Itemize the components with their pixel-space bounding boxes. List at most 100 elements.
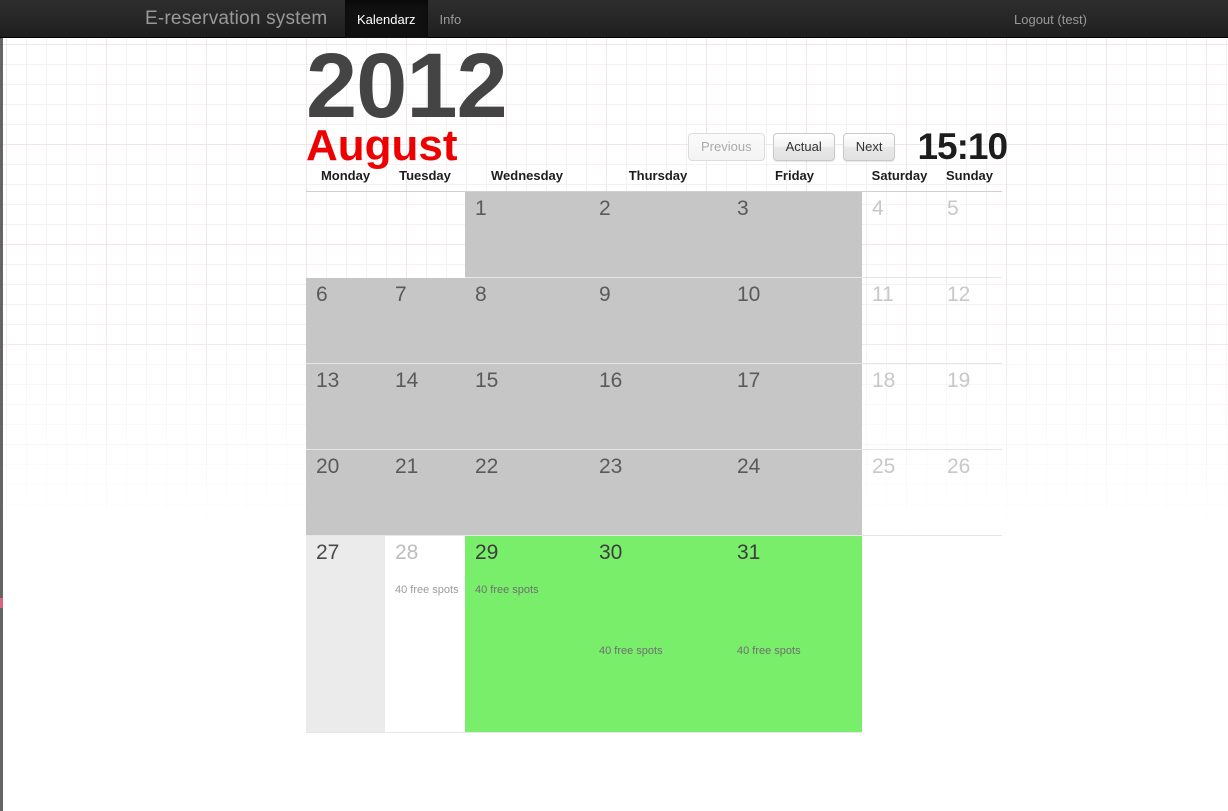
calendar-day-cell-23: 23 bbox=[589, 449, 727, 536]
page-title: 2012 August bbox=[306, 35, 508, 168]
day-number: 11 bbox=[872, 283, 894, 306]
day-number: 23 bbox=[599, 455, 623, 478]
calendar-day-cell-28[interactable]: 28 40 free spots bbox=[385, 535, 465, 733]
weekday-header-tuesday: Tuesday bbox=[385, 168, 465, 192]
day-number: 26 bbox=[947, 455, 971, 478]
day-number: 17 bbox=[737, 369, 761, 392]
calendar-day-cell-27: 27 bbox=[306, 535, 385, 733]
weekday-header-wednesday: Wednesday bbox=[465, 168, 589, 192]
calendar-body: 1 2 3 4 5 6 7 8 9 10 11 12 13 14 15 16 17 18 19 20 21 22 23 24 2… bbox=[306, 191, 1002, 733]
calendar-day-cell-5: 5 bbox=[937, 191, 1002, 278]
day-number: 19 bbox=[947, 369, 971, 392]
free-spots-label: 40 free spots bbox=[395, 584, 459, 596]
calendar-day-cell-empty bbox=[862, 536, 937, 733]
calendar-day-cell-14: 14 bbox=[385, 363, 465, 450]
calendar-day-cell-4: 4 bbox=[862, 191, 937, 278]
navbar-links: Kalendarz Info bbox=[345, 0, 473, 38]
calendar-day-cell-31[interactable]: 31 40 free spots bbox=[727, 535, 862, 733]
calendar-week-row: 1 2 3 4 5 bbox=[306, 191, 1002, 278]
calendar-day-cell-15: 15 bbox=[465, 363, 589, 450]
calendar-day-cell-29[interactable]: 29 40 free spots bbox=[465, 535, 589, 733]
day-number: 31 bbox=[737, 541, 761, 564]
calendar-day-cell-21: 21 bbox=[385, 449, 465, 536]
day-number: 3 bbox=[737, 197, 749, 220]
day-number: 8 bbox=[475, 283, 487, 306]
weekday-header-thursday: Thursday bbox=[589, 168, 727, 192]
calendar-week-row: 13 14 15 16 17 18 19 bbox=[306, 363, 1002, 450]
nav-link-info[interactable]: Info bbox=[428, 0, 474, 38]
day-number: 29 bbox=[475, 541, 499, 564]
calendar-controls: Previous Actual Next 15:10 bbox=[688, 126, 1008, 167]
actual-button[interactable]: Actual bbox=[772, 132, 835, 161]
calendar-day-cell-30[interactable]: 30 40 free spots bbox=[589, 535, 727, 733]
day-number: 30 bbox=[599, 541, 623, 564]
calendar-day-cell-17: 17 bbox=[727, 363, 862, 450]
day-number: 2 bbox=[599, 197, 611, 220]
day-number: 27 bbox=[316, 541, 340, 564]
calendar-day-cell-2: 2 bbox=[589, 191, 727, 278]
calendar-day-cell-empty bbox=[385, 192, 465, 278]
next-button[interactable]: Next bbox=[842, 132, 896, 161]
calendar-day-cell-26: 26 bbox=[937, 449, 1002, 536]
free-spots-label: 40 free spots bbox=[475, 584, 539, 596]
day-number: 10 bbox=[737, 283, 761, 306]
free-spots-label: 40 free spots bbox=[737, 645, 801, 657]
day-number: 9 bbox=[599, 283, 611, 306]
day-number: 6 bbox=[316, 283, 328, 306]
day-number: 28 bbox=[395, 541, 419, 564]
day-number: 12 bbox=[947, 283, 971, 306]
calendar-head: Monday Tuesday Wednesday Thursday Friday… bbox=[306, 168, 1002, 192]
day-number: 16 bbox=[599, 369, 623, 392]
calendar-day-cell-16: 16 bbox=[589, 363, 727, 450]
day-number: 21 bbox=[395, 455, 419, 478]
day-number: 1 bbox=[475, 197, 487, 220]
calendar-day-cell-20: 20 bbox=[306, 449, 385, 536]
day-number: 24 bbox=[737, 455, 761, 478]
calendar-day-cell-1: 1 bbox=[465, 191, 589, 278]
day-number: 14 bbox=[395, 369, 419, 392]
nav-link-kalendarz[interactable]: Kalendarz bbox=[345, 0, 428, 38]
calendar-day-cell-7: 7 bbox=[385, 277, 465, 364]
logout-link[interactable]: Logout (test) bbox=[1008, 0, 1093, 38]
calendar-day-cell-24: 24 bbox=[727, 449, 862, 536]
day-number: 5 bbox=[947, 197, 959, 220]
calendar-day-cell-25: 25 bbox=[862, 449, 937, 536]
left-edge-strip bbox=[0, 38, 3, 811]
day-number: 20 bbox=[316, 455, 340, 478]
calendar-weekday-row: Monday Tuesday Wednesday Thursday Friday… bbox=[306, 168, 1002, 192]
day-number: 4 bbox=[872, 197, 884, 220]
year-label: 2012 bbox=[306, 35, 508, 137]
calendar-day-cell-9: 9 bbox=[589, 277, 727, 364]
app-root: E-reservation system Kalendarz Info Logo… bbox=[0, 0, 1228, 811]
left-edge-marker bbox=[0, 598, 3, 608]
weekday-header-friday: Friday bbox=[727, 168, 862, 192]
day-number: 25 bbox=[872, 455, 896, 478]
app-brand-title: E-reservation system bbox=[145, 8, 328, 29]
top-navigation-bar: E-reservation system Kalendarz Info Logo… bbox=[0, 0, 1228, 38]
calendar-day-cell-11: 11 bbox=[862, 277, 937, 364]
clock-display: 15:10 bbox=[917, 126, 1008, 167]
day-number: 18 bbox=[872, 369, 896, 392]
weekday-header-saturday: Saturday bbox=[862, 168, 937, 192]
calendar-day-cell-12: 12 bbox=[937, 277, 1002, 364]
calendar-week-row: 27 28 40 free spots 29 40 free spots 30 40 fre… bbox=[306, 535, 1002, 733]
calendar-table: Monday Tuesday Wednesday Thursday Friday… bbox=[306, 168, 1002, 733]
calendar-day-cell-19: 19 bbox=[937, 363, 1002, 450]
calendar-day-cell-6: 6 bbox=[306, 277, 385, 364]
previous-button[interactable]: Previous bbox=[688, 132, 765, 161]
navbar-inner: E-reservation system Kalendarz Info Logo… bbox=[0, 0, 1228, 38]
calendar-day-cell-18: 18 bbox=[862, 363, 937, 450]
navbar-right: Logout (test) bbox=[1008, 0, 1093, 38]
calendar-day-cell-3: 3 bbox=[727, 191, 862, 278]
free-spots-label: 40 free spots bbox=[599, 645, 663, 657]
calendar-week-row: 20 21 22 23 24 25 26 bbox=[306, 449, 1002, 536]
calendar-week-row: 6 7 8 9 10 11 12 bbox=[306, 277, 1002, 364]
weekday-header-monday: Monday bbox=[306, 168, 385, 192]
calendar-day-cell-empty bbox=[306, 192, 385, 278]
calendar-day-cell-22: 22 bbox=[465, 449, 589, 536]
day-number: 7 bbox=[395, 283, 407, 306]
calendar-day-cell-10: 10 bbox=[727, 277, 862, 364]
calendar-day-cell-8: 8 bbox=[465, 277, 589, 364]
day-number: 15 bbox=[475, 369, 499, 392]
weekday-header-sunday: Sunday bbox=[937, 168, 1002, 192]
